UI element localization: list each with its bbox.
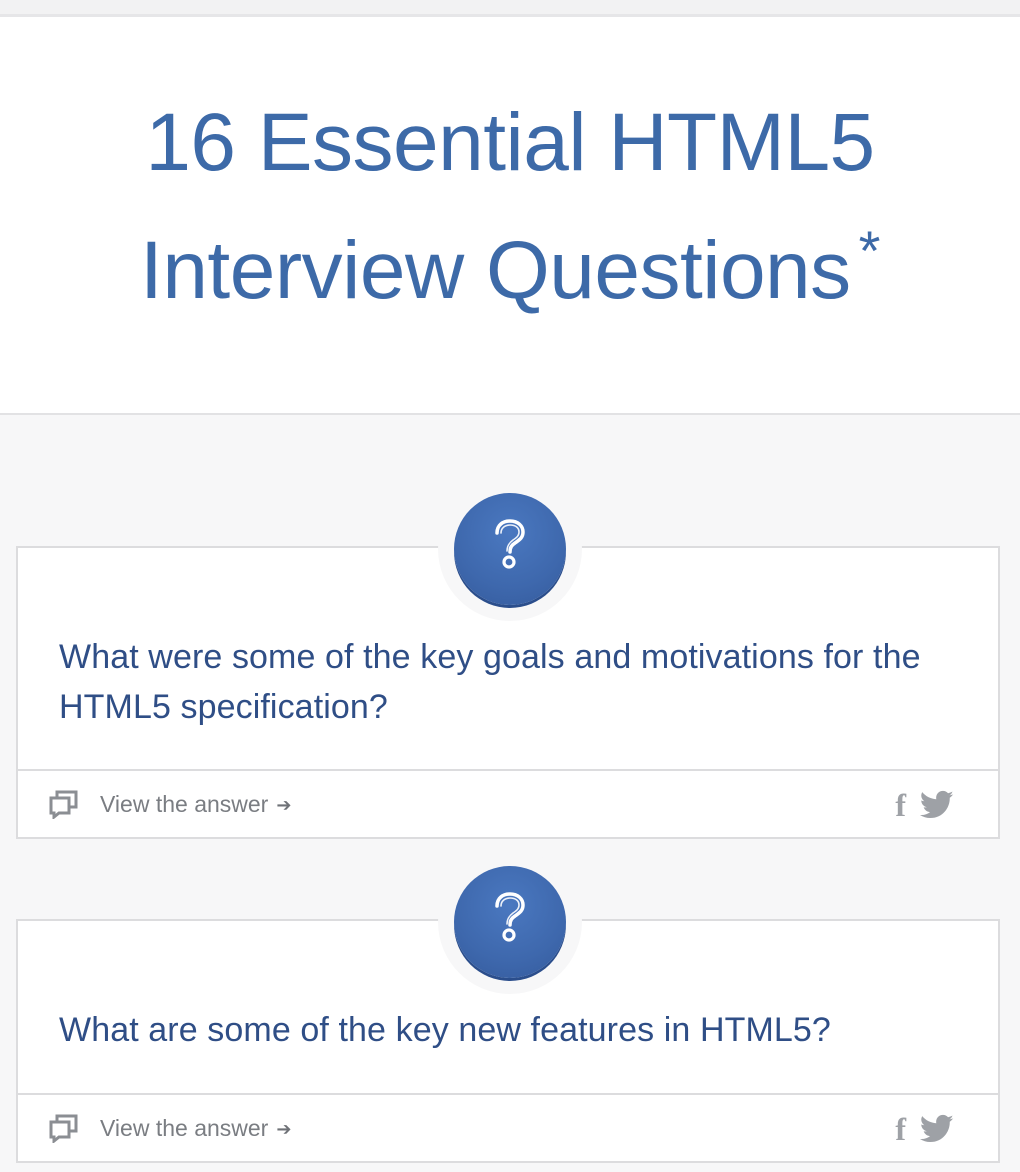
question-footer: View the answer ➔ f [18, 1095, 998, 1161]
page-title: 16 Essential HTML5 Interview Questions * [30, 89, 990, 325]
hero-header: 16 Essential HTML5 Interview Questions * [0, 17, 1020, 415]
arrow-right-icon: ➔ [276, 1118, 292, 1139]
question-badge-circle [454, 493, 566, 605]
question-badge [438, 477, 582, 621]
top-strip [0, 0, 1020, 17]
share-buttons: f [895, 787, 954, 823]
comments-icon [49, 1114, 78, 1143]
view-answer-link[interactable]: View the answer ➔ [48, 1113, 291, 1143]
question-footer: View the answer ➔ f [18, 771, 998, 837]
arrow-right-icon: ➔ [276, 794, 292, 815]
twitter-icon[interactable] [920, 1114, 954, 1144]
question-text: What were some of the key goals and moti… [59, 638, 921, 726]
title-asterisk: * [858, 219, 881, 282]
question-text: What are some of the key new features in… [59, 1011, 831, 1049]
page-title-text: 16 Essential HTML5 Interview Questions [140, 97, 875, 316]
comments-icon [49, 790, 78, 819]
question-badge-circle [454, 866, 566, 978]
share-buttons: f [895, 1111, 954, 1147]
question-mark-icon [495, 892, 525, 942]
facebook-icon[interactable]: f [895, 787, 906, 823]
facebook-icon[interactable]: f [895, 1111, 906, 1147]
view-answer-label: View the answer [100, 790, 269, 817]
question-badge [438, 850, 582, 994]
twitter-icon[interactable] [920, 790, 954, 820]
view-answer-label: View the answer [100, 1114, 269, 1141]
view-answer-link[interactable]: View the answer ➔ [48, 789, 291, 819]
question-mark-icon [495, 519, 525, 569]
